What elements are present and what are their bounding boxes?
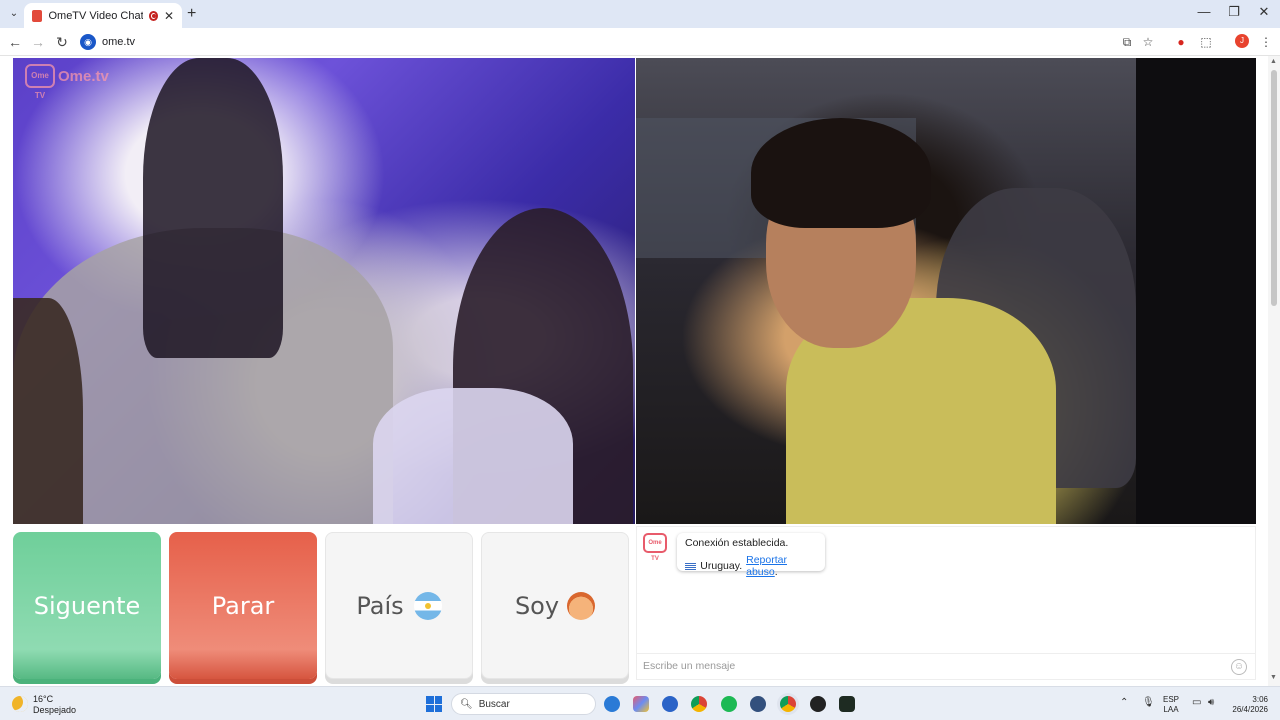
report-abuse-link[interactable]: Reportar abuso [746,554,787,578]
profile-avatar[interactable]: J [1235,34,1249,48]
connection-status: Conexión establecida. [685,537,789,549]
recording-icon [148,10,158,21]
report-suffix: . [774,566,778,578]
ometv-logo-icon: Ome TV [25,64,55,100]
ometv-page: ▲ ▼ Siguente Parar País Soy Ome TV Conex… [0,56,1280,686]
chevron-up-icon[interactable]: ⌃ [1120,697,1128,708]
obs-icon[interactable] [810,696,826,712]
stop-button-label: Parar [211,591,275,620]
tab-strip: ⌄ OmeTV Video Chat — Ome ✕ + — ❐ ✕ [0,0,1280,28]
tab-ometv[interactable]: OmeTV Video Chat — Ome ✕ [24,3,182,28]
remote-video [636,58,1256,524]
microphone-icon[interactable]: 🎙︎ [1142,697,1155,708]
back-arrow-icon[interactable]: ← [6,33,24,51]
close-window-button[interactable]: ✕ [1254,4,1274,20]
country-button[interactable]: País [325,532,473,679]
tab-close-icon[interactable]: ✕ [164,9,174,23]
ometv-favicon-icon [32,9,43,22]
ometv-logo[interactable]: Ome TV Ome.tv [25,64,109,100]
minimize-button[interactable]: — [1194,4,1214,19]
taskbar-search[interactable]: 🔍︎ Buscar [451,693,596,715]
windows-start-icon[interactable] [426,696,442,712]
weather-temperature[interactable]: 16°C [33,694,53,704]
gender-button[interactable]: Soy [481,532,629,679]
volume-icon[interactable]: 🔊︎ [1208,697,1214,708]
next-button-label: Siguente [33,591,141,620]
next-button[interactable]: Siguente [13,532,161,679]
chrome-active-icon[interactable] [780,696,796,712]
argentina-flag-icon [413,591,442,620]
new-tab-button[interactable]: + [187,5,196,23]
taskbar-clock[interactable]: 3:06 26/4/2026 [1224,695,1268,715]
stop-button[interactable]: Parar [169,532,317,679]
opera-extension-icon[interactable]: ● [1174,35,1188,49]
restore-button[interactable]: ❐ [1224,4,1244,20]
ometv-chat-logo-icon: Ome TV [643,533,667,562]
gender-button-label: Soy [514,591,560,620]
weather-description[interactable]: Despejado [33,705,76,715]
moon-weather-icon[interactable] [12,696,28,712]
scroll-down-icon[interactable]: ▼ [1270,674,1277,681]
address-bar[interactable]: ◉ ome.tv [80,31,1170,53]
site-info-icon[interactable]: ◉ [80,34,96,50]
boy-face-icon [567,591,596,620]
partner-country: Uruguay. [700,560,743,572]
windows-taskbar: 16°C Despejado 🔍︎ Buscar ⌃ 🎙︎ ESP LAA ▭ … [0,686,1280,720]
country-button-label: País [356,591,404,620]
language-indicator[interactable]: ESP LAA [1163,695,1179,715]
tab-search-icon[interactable]: ⌄ [6,6,22,22]
search-placeholder: Buscar [478,698,510,710]
emoji-icon[interactable]: ☺ [1231,659,1247,675]
extensions-icon[interactable]: ⬚ [1199,35,1213,49]
url-text[interactable]: ome.tv [102,36,135,48]
clock-date: 26/4/2026 [1232,705,1268,714]
reload-icon[interactable]: ↻ [53,33,71,51]
network-icon[interactable]: ▭ [1192,697,1201,708]
forward-arrow-icon[interactable]: → [29,33,47,51]
message-input[interactable]: Escribe un mensaje [637,653,1255,679]
system-message: Conexión establecida. Uruguay. Reportar … [677,533,825,578]
edge-icon[interactable] [604,696,620,712]
lang-code: ESP [1163,695,1180,704]
search-icon: 🔍︎ [460,698,473,710]
uruguay-flag-icon [685,561,697,571]
clock-time: 3:06 [1252,695,1268,704]
browser-toolbar: ← → ↻ ◉ ome.tv ⧉ ☆ ● ⬚ J ⋮ [0,28,1280,56]
app-triangle-icon[interactable] [839,696,855,712]
firefox-icon[interactable] [662,696,678,712]
tab-title: OmeTV Video Chat — Ome [48,9,143,22]
spotify-icon[interactable] [721,696,737,712]
cast-icon[interactable]: ⧉ [1120,35,1134,49]
logo-text: Ome.tv [58,67,109,85]
chrome-icon[interactable] [691,696,707,712]
lang-layout: LAA [1163,705,1179,714]
menu-kebab-icon[interactable]: ⋮ [1259,35,1273,49]
local-video [13,58,635,524]
chat-panel: Ome TV Conexión establecida. Uruguay. Re… [636,526,1256,680]
page-scrollbar[interactable]: ▲ ▼ [1268,56,1280,686]
copilot-icon[interactable] [633,696,649,712]
bookmark-star-icon[interactable]: ☆ [1141,35,1155,49]
scroll-up-icon[interactable]: ▲ [1270,58,1277,65]
steam-icon[interactable] [750,696,766,712]
scroll-thumb[interactable] [1271,70,1277,306]
